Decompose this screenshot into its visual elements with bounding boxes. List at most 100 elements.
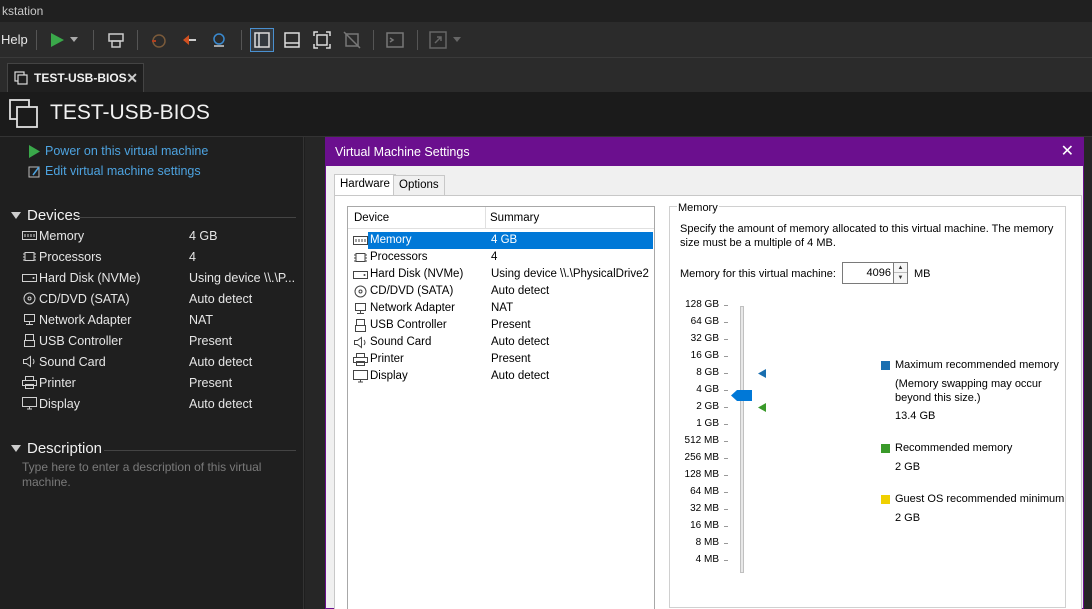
thumbnail-bar-icon[interactable] <box>280 28 304 52</box>
memory-field-label: Memory for this virtual machine: <box>680 268 836 280</box>
device-name: Printer <box>39 376 76 390</box>
play-icon[interactable] <box>45 28 69 52</box>
chevron-down-icon[interactable] <box>450 28 464 52</box>
printer-icon <box>22 376 37 390</box>
power-on-link[interactable]: Power on this virtual machine <box>28 144 208 158</box>
memory-scale-tick <box>724 475 728 476</box>
tab-test-usb-bios[interactable]: TEST-USB-BIOS ✕ <box>7 63 144 92</box>
device-list-row-processors[interactable]: Processors 4 <box>348 249 654 266</box>
memory-scale-tick <box>724 560 728 561</box>
guest-minimum-value: 2 GB <box>895 512 921 524</box>
memory-scale-label: 4 GB <box>696 384 719 395</box>
device-row-printer[interactable]: Printer Present <box>22 373 302 394</box>
vm-icon <box>9 99 38 128</box>
unity-icon[interactable] <box>340 28 364 52</box>
device-name: Processors <box>39 250 102 264</box>
dialog-titlebar: Virtual Machine Settings ✕ <box>326 138 1083 166</box>
device-row-memory[interactable]: Memory 4 GB <box>22 226 302 247</box>
device-name: USB Controller <box>370 319 447 331</box>
device-row-network-adapter[interactable]: Network Adapter NAT <box>22 310 302 331</box>
increment-icon[interactable]: ▲ <box>894 263 907 273</box>
memory-stepper[interactable]: ▲ ▼ <box>893 262 908 284</box>
device-list-row-cd-dvd-sata[interactable]: CD/DVD (SATA) Auto detect <box>348 283 654 300</box>
memory-slider-track[interactable] <box>740 306 744 573</box>
device-list-row-sound-card[interactable]: Sound Card Auto detect <box>348 334 654 351</box>
memory-scale-tick <box>724 407 728 408</box>
close-icon[interactable]: ✕ <box>1061 138 1074 166</box>
vm-title: TEST-USB-BIOS <box>50 101 210 124</box>
vm-header: TEST-USB-BIOS <box>0 92 1092 137</box>
device-list: Device Summary Memory 4 GB Processors 4 Hard… <box>347 206 655 609</box>
device-name: Memory <box>39 229 85 243</box>
snapshot-icon[interactable] <box>104 28 128 52</box>
console-icon[interactable] <box>383 28 407 52</box>
memory-scale-label: 64 MB <box>690 486 719 497</box>
memory-slider-thumb[interactable] <box>731 390 752 401</box>
help-menu[interactable]: Help <box>1 32 28 47</box>
device-summary: Using device \\.\PhysicalDrive2 <box>491 268 649 280</box>
device-list-row-network-adapter[interactable]: Network Adapter NAT <box>348 300 654 317</box>
stretch-icon[interactable] <box>426 28 450 52</box>
take-snapshot-icon[interactable] <box>146 28 170 52</box>
chevron-down-icon <box>11 444 21 452</box>
device-name: Network Adapter <box>370 302 456 314</box>
max-recommended-label: Maximum recommended memory <box>895 359 1059 371</box>
devices-heading-label: Devices <box>27 207 81 224</box>
device-value: 4 GB <box>189 229 218 243</box>
revert-icon[interactable] <box>177 28 201 52</box>
column-divider[interactable] <box>485 207 486 229</box>
vm-settings-dialog: Virtual Machine Settings ✕ Hardware Opti… <box>325 137 1084 609</box>
device-row-display[interactable]: Display Auto detect <box>22 394 302 415</box>
device-column-header[interactable]: Device <box>354 212 389 224</box>
decrement-icon[interactable]: ▼ <box>894 273 907 283</box>
device-list-row-usb-controller[interactable]: USB Controller Present <box>348 317 654 334</box>
device-summary: 4 <box>491 251 498 263</box>
recommended-label: Recommended memory <box>895 442 1013 454</box>
device-row-hard-disk-nvme[interactable]: Hard Disk (NVMe) Using device \\.\P... <box>22 268 302 289</box>
device-row-sound-card[interactable]: Sound Card Auto detect <box>22 352 302 373</box>
memory-scale-label: 512 MB <box>684 435 719 446</box>
device-name: Display <box>370 370 408 382</box>
device-list-row-printer[interactable]: Printer Present <box>348 351 654 368</box>
memory-scale-tick <box>724 373 728 374</box>
device-summary: Auto detect <box>491 336 550 348</box>
memory-scale-tick <box>724 424 728 425</box>
library-view-icon[interactable] <box>250 28 274 52</box>
memory-scale-label: 4 MB <box>695 554 719 565</box>
memory-input[interactable] <box>842 262 896 284</box>
devices-heading[interactable]: Devices <box>11 207 80 224</box>
description-heading[interactable]: Description <box>11 440 102 457</box>
power-on-label: Power on this virtual machine <box>45 144 209 158</box>
edit-settings-link[interactable]: Edit virtual machine settings <box>28 164 201 178</box>
device-value: Auto detect <box>189 355 253 369</box>
device-row-cd-dvd-sata[interactable]: CD/DVD (SATA) Auto detect <box>22 289 302 310</box>
tab-options[interactable]: Options <box>393 175 445 195</box>
cd-dvd-icon <box>353 285 368 298</box>
device-summary: Present <box>491 353 531 365</box>
summary-column-header[interactable]: Summary <box>490 212 539 224</box>
device-list-row-display[interactable]: Display Auto detect <box>348 368 654 385</box>
toolbar-divider <box>93 30 94 50</box>
tab-hardware[interactable]: Hardware <box>334 174 396 196</box>
manage-snapshots-icon[interactable] <box>207 28 231 52</box>
device-list-row-hard-disk-nvme[interactable]: Hard Disk (NVMe) Using device \\.\Physica… <box>348 266 654 283</box>
device-name: Hard Disk (NVMe) <box>370 268 464 280</box>
device-list-row-memory[interactable]: Memory 4 GB <box>348 232 654 249</box>
memory-scale-label: 64 GB <box>690 316 719 327</box>
chevron-down-icon[interactable] <box>67 28 81 52</box>
device-name: Display <box>39 397 80 411</box>
device-summary: NAT <box>491 302 514 314</box>
tab-bar: TEST-USB-BIOS ✕ <box>0 58 1092 92</box>
cd-dvd-icon <box>22 292 37 306</box>
edit-settings-label: Edit virtual machine settings <box>45 164 201 178</box>
memory-scale-label: 128 MB <box>684 469 719 480</box>
device-name: Network Adapter <box>39 313 132 327</box>
guest-minimum-color-icon <box>881 495 890 504</box>
device-row-processors[interactable]: Processors 4 <box>22 247 302 268</box>
close-icon[interactable]: ✕ <box>126 70 138 87</box>
full-screen-icon[interactable] <box>310 28 334 52</box>
network-adapter-icon <box>353 302 368 315</box>
description-input[interactable]: Type here to enter a description of this… <box>22 460 282 490</box>
chevron-down-icon <box>11 211 21 219</box>
device-row-usb-controller[interactable]: USB Controller Present <box>22 331 302 352</box>
